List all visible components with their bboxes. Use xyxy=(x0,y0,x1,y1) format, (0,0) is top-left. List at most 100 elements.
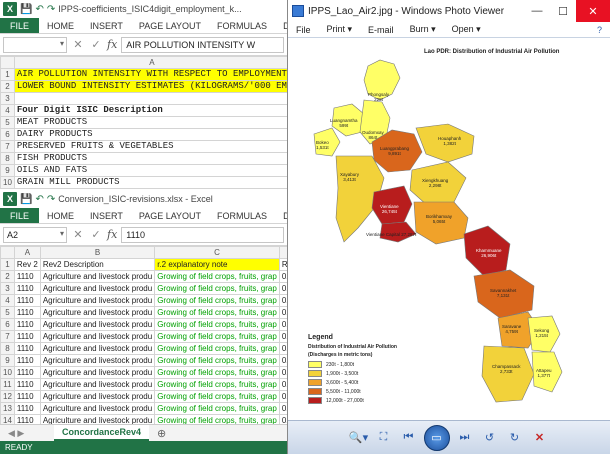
cell-d[interactable]: 0111 xyxy=(278,270,287,283)
cell-a[interactable]: 1110 xyxy=(13,342,41,355)
name-box[interactable]: A2 xyxy=(3,226,67,243)
row-number[interactable]: 6 xyxy=(0,318,15,331)
cell-c[interactable]: Growing of field crops, fruits, grap xyxy=(154,402,280,415)
cell-b[interactable]: Agriculture and livestock produ xyxy=(39,270,156,283)
cell-d[interactable]: 0111 xyxy=(278,318,287,331)
menu-open[interactable]: Open ▾ xyxy=(444,24,489,35)
rotate-right-icon[interactable]: ↻ xyxy=(505,429,525,447)
cell-b[interactable]: Agriculture and livestock produ xyxy=(39,294,156,307)
tab-data[interactable]: DATA xyxy=(275,208,287,223)
cell-a[interactable]: MEAT PRODUCTS xyxy=(13,116,287,129)
enter-check-icon[interactable]: ✓ xyxy=(89,228,103,241)
row-number[interactable]: 2 xyxy=(0,270,15,283)
add-sheet-icon[interactable]: ⊕ xyxy=(157,427,166,440)
spreadsheet-grid[interactable]: A B C D 1Rev 2Rev2 Descriptionr.2 explan… xyxy=(0,246,287,439)
sheet-tab-concordance[interactable]: ConcordanceRev4 xyxy=(54,425,150,441)
undo-icon[interactable]: ↶ xyxy=(35,194,43,205)
cell-a[interactable]: AIR POLLUTION INTENSITY WITH RESPECT TO … xyxy=(13,68,287,81)
cell-b[interactable]: Agriculture and livestock produ xyxy=(39,282,156,295)
formula-input[interactable]: AIR POLLUTION INTENSITY W xyxy=(121,36,284,53)
cell-c[interactable]: Growing of field crops, fruits, grap xyxy=(154,354,280,367)
cell-d[interactable]: 0111 xyxy=(278,294,287,307)
redo-icon[interactable]: ↷ xyxy=(47,4,55,15)
column-header-a[interactable]: A xyxy=(13,246,41,259)
row-number[interactable]: 1 xyxy=(0,68,15,81)
menu-file[interactable]: File xyxy=(288,25,319,35)
cell-d[interactable]: 0111 xyxy=(278,330,287,343)
row-number[interactable]: 12 xyxy=(0,390,15,403)
cell-a[interactable]: 1110 xyxy=(13,330,41,343)
redo-icon[interactable]: ↷ xyxy=(47,194,55,205)
cell-c[interactable]: r.2 explanatory note xyxy=(154,258,280,271)
tab-insert[interactable]: INSERT xyxy=(82,208,131,223)
delete-icon[interactable]: ✕ xyxy=(530,429,550,447)
cell-a[interactable]: 1110 xyxy=(13,390,41,403)
cell-a[interactable]: LOWER BOUND INTENSITY ESTIMATES (KILOGRA… xyxy=(13,80,287,93)
tab-page-layout[interactable]: PAGE LAYOUT xyxy=(131,18,209,33)
previous-icon[interactable]: ⏮ xyxy=(399,429,419,447)
cell-c[interactable]: Growing of field crops, fruits, grap xyxy=(154,270,280,283)
row-number[interactable]: 8 xyxy=(0,342,15,355)
row-number[interactable]: 2 xyxy=(0,80,15,93)
cell-d[interactable]: 0111 xyxy=(278,390,287,403)
row-number[interactable]: 13 xyxy=(0,402,15,415)
row-number[interactable]: 5 xyxy=(0,116,15,129)
menu-print[interactable]: Print ▾ xyxy=(319,24,361,35)
rotate-left-icon[interactable]: ↺ xyxy=(480,429,500,447)
cell-a[interactable] xyxy=(13,92,287,105)
cell-c[interactable]: Growing of field crops, fruits, grap xyxy=(154,330,280,343)
menu-email[interactable]: E-mail xyxy=(360,25,402,35)
row-number[interactable]: 7 xyxy=(0,330,15,343)
cell-b[interactable]: Rev2 Description xyxy=(39,258,156,271)
tab-file[interactable]: FILE xyxy=(0,18,40,33)
cell-a[interactable]: Rev 2 xyxy=(13,258,41,271)
cell-d[interactable]: 0111 xyxy=(278,282,287,295)
cell-c[interactable]: Growing of field crops, fruits, grap xyxy=(154,366,280,379)
column-header-b[interactable]: B xyxy=(39,246,156,259)
column-header-c[interactable]: C xyxy=(154,246,280,259)
row-number[interactable]: 4 xyxy=(0,294,15,307)
cell-a[interactable]: 1110 xyxy=(13,282,41,295)
tab-home[interactable]: HOME xyxy=(39,208,82,223)
formula-input[interactable]: 1110 xyxy=(121,226,284,243)
cell-c[interactable]: Growing of field crops, fruits, grap xyxy=(154,306,280,319)
insert-function-icon[interactable]: fx xyxy=(107,228,117,241)
tab-home[interactable]: HOME xyxy=(39,18,82,33)
maximize-icon[interactable]: ☐ xyxy=(550,0,576,22)
cell-d[interactable]: 0111 xyxy=(278,354,287,367)
cell-a[interactable]: 1110 xyxy=(13,270,41,283)
cell-b[interactable]: Agriculture and livestock produ xyxy=(39,378,156,391)
cell-b[interactable]: Agriculture and livestock produ xyxy=(39,366,156,379)
cell-a[interactable]: Four Digit ISIC Description xyxy=(13,104,287,117)
row-number[interactable]: 11 xyxy=(0,378,15,391)
cell-a[interactable]: 1110 xyxy=(13,294,41,307)
cell-d[interactable]: 0111 xyxy=(278,306,287,319)
cancel-icon[interactable]: ✕ xyxy=(71,38,85,51)
enter-check-icon[interactable]: ✓ xyxy=(89,38,103,51)
name-box[interactable] xyxy=(3,36,67,53)
cell-a[interactable]: PRESERVED FRUITS & VEGETABLES xyxy=(13,140,287,153)
tab-formulas[interactable]: FORMULAS xyxy=(209,18,275,33)
tab-file[interactable]: FILE xyxy=(0,208,40,223)
cell-c[interactable]: Growing of field crops, fruits, grap xyxy=(154,342,280,355)
menu-burn[interactable]: Burn ▾ xyxy=(402,24,444,35)
undo-icon[interactable]: ↶ xyxy=(35,4,43,15)
column-header-a[interactable]: A xyxy=(13,56,287,69)
cell-b[interactable]: Agriculture and livestock produ xyxy=(39,330,156,343)
cell-c[interactable]: Growing of field crops, fruits, grap xyxy=(154,318,280,331)
column-header-d[interactable]: D xyxy=(278,246,287,259)
spreadsheet-grid[interactable]: A B C 1AIR POLLUTION INTENSITY WITH RESP… xyxy=(0,56,287,189)
row-number[interactable]: 8 xyxy=(0,152,15,165)
cell-b[interactable]: Agriculture and livestock produ xyxy=(39,306,156,319)
cell-c[interactable]: Growing of field crops, fruits, grap xyxy=(154,390,280,403)
cell-a[interactable]: 1110 xyxy=(13,318,41,331)
sheet-nav-left-icon[interactable]: ◀ ▶ xyxy=(8,428,24,439)
tab-data[interactable]: DATA xyxy=(275,18,287,33)
cell-d[interactable]: 0112 xyxy=(278,402,287,415)
cell-a[interactable]: 1110 xyxy=(13,366,41,379)
cell-a[interactable]: GRAIN MILL PRODUCTS xyxy=(13,176,287,189)
save-icon[interactable]: 💾 xyxy=(20,194,32,205)
cell-a[interactable]: FISH PRODUCTS xyxy=(13,152,287,165)
tab-page-layout[interactable]: PAGE LAYOUT xyxy=(131,208,209,223)
cell-a[interactable]: OILS AND FATS xyxy=(13,164,287,177)
